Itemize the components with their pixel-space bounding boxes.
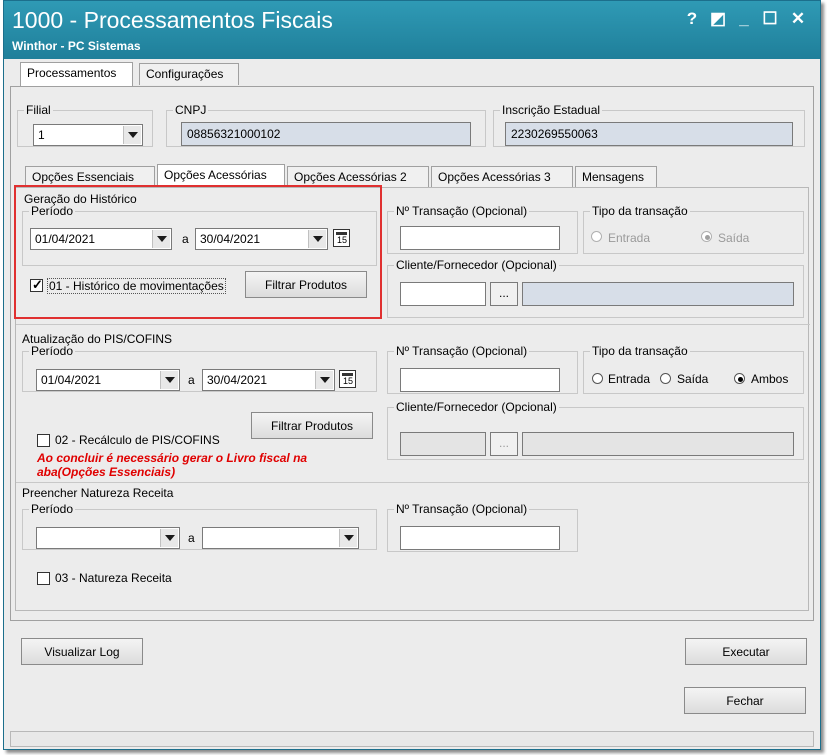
historico-filtrar-button[interactable]: Filtrar Produtos	[245, 271, 367, 298]
natureza-checkbox-label[interactable]: 03 - Natureza Receita	[55, 571, 172, 585]
pis-checkbox-label[interactable]: 02 - Recálculo de PIS/COFINS	[55, 433, 220, 447]
historico-cliente-label: Cliente/Fornecedor (Opcional)	[396, 258, 557, 272]
minimize-icon[interactable]: _	[732, 9, 756, 29]
pis-cliente-label: Cliente/Fornecedor (Opcional)	[396, 400, 557, 414]
historico-tipo-group: Tipo da transação	[583, 204, 804, 254]
chevron-down-icon[interactable]	[152, 230, 170, 248]
calendar-icon[interactable]	[333, 229, 350, 247]
filial-label: Filial	[26, 103, 51, 117]
pis-tipo-label: Tipo da transação	[592, 344, 688, 358]
tab-mensagens[interactable]: Mensagens	[575, 166, 657, 188]
pis-warning-line2: aba(Opções Essenciais)	[37, 465, 176, 479]
historico-date-from-value: 01/04/2021	[35, 232, 96, 246]
historico-transacao-input[interactable]	[400, 226, 560, 250]
pis-a-label: a	[188, 373, 195, 387]
historico-a-label: a	[182, 232, 189, 246]
chevron-down-icon[interactable]	[123, 126, 141, 144]
pis-entrada-label: Entrada	[608, 372, 651, 386]
historico-radio-saida[interactable]	[701, 231, 712, 242]
natureza-title: Preencher Natureza Receita	[22, 486, 174, 500]
historico-checkbox[interactable]	[30, 277, 43, 293]
executar-button[interactable]: Executar	[685, 638, 807, 665]
cnpj-label: CNPJ	[175, 103, 207, 117]
title-bar[interactable]: 1000 - Processamentos Fiscais Winthor - …	[4, 1, 820, 59]
historico-date-from[interactable]: 01/04/2021	[30, 228, 172, 250]
historico-periodo-label: Período	[31, 204, 74, 218]
historico-transacao-label: Nº Transação (Opcional)	[396, 204, 528, 218]
cnpj-field[interactable]: 08856321000102	[181, 122, 471, 146]
pis-cliente-code[interactable]	[400, 432, 486, 456]
historico-cliente-name[interactable]	[522, 282, 794, 306]
inscricao-label: Inscrição Estadual	[502, 103, 601, 117]
chevron-down-icon[interactable]	[339, 529, 357, 547]
pis-warning-line1: Ao concluir é necessário gerar o Livro f…	[37, 451, 308, 465]
historico-cliente-search-button[interactable]: ...	[490, 282, 518, 306]
pis-date-from-value: 01/04/2021	[41, 373, 102, 387]
chevron-down-icon[interactable]	[160, 529, 178, 547]
pis-radio-ambos[interactable]	[734, 373, 745, 384]
pis-radio-entrada[interactable]	[592, 373, 603, 384]
pis-date-to[interactable]: 30/04/2021	[202, 369, 335, 391]
chevron-down-icon[interactable]	[315, 371, 333, 389]
pis-saida-label: Saída	[677, 372, 709, 386]
pis-cliente-name[interactable]	[522, 432, 794, 456]
chevron-down-icon[interactable]	[308, 230, 326, 248]
window-title: 1000 - Processamentos Fiscais	[12, 7, 333, 33]
restore-icon[interactable]: ◩	[706, 9, 730, 29]
visualizar-log-button[interactable]: Visualizar Log	[21, 638, 143, 665]
divider	[16, 324, 810, 325]
pis-tipo-group: Tipo da transação	[583, 344, 804, 394]
tab-processamentos[interactable]: Processamentos	[20, 62, 133, 86]
pis-filtrar-button[interactable]: Filtrar Produtos	[251, 412, 373, 439]
historico-checkbox-label[interactable]: 01 - Histórico de movimentações	[47, 278, 226, 294]
pis-cliente-search-button[interactable]: ...	[490, 432, 518, 456]
filial-value: 1	[38, 128, 45, 142]
historico-tipo-label: Tipo da transação	[592, 204, 688, 218]
pis-date-from[interactable]: 01/04/2021	[36, 369, 180, 391]
close-icon[interactable]: ✕	[786, 9, 810, 29]
natureza-checkbox[interactable]	[37, 572, 50, 585]
historico-radio-entrada[interactable]	[591, 231, 602, 242]
natureza-periodo-label: Período	[31, 502, 74, 516]
divider	[16, 482, 810, 483]
app-window: 1000 - Processamentos Fiscais Winthor - …	[3, 0, 821, 750]
tab-opcoes-acessorias-3[interactable]: Opções Acessórias 3	[431, 166, 573, 188]
maximize-icon[interactable]: ☐	[758, 9, 782, 29]
help-icon[interactable]: ?	[680, 9, 704, 29]
natureza-a-label: a	[188, 531, 195, 545]
pis-periodo-label: Período	[31, 344, 74, 358]
pis-transacao-label: Nº Transação (Opcional)	[396, 344, 528, 358]
chevron-down-icon[interactable]	[160, 371, 178, 389]
pis-checkbox[interactable]	[37, 434, 50, 447]
inscricao-field[interactable]: 2230269550063	[505, 122, 793, 146]
natureza-date-from[interactable]	[36, 527, 180, 549]
filial-select[interactable]: 1	[33, 124, 143, 146]
tab-configuracoes[interactable]: Configurações	[139, 63, 239, 85]
window-subtitle: Winthor - PC Sistemas	[12, 39, 141, 53]
sub-tab-content: Geração do Histórico Período 01/04/2021 …	[14, 185, 810, 611]
historico-saida-label: Saída	[718, 231, 750, 245]
pis-transacao-input[interactable]	[400, 368, 560, 392]
natureza-transacao-input[interactable]	[400, 526, 560, 550]
status-bar	[10, 731, 814, 747]
main-panel: Filial 1 CNPJ 08856321000102 Inscrição E…	[10, 86, 814, 665]
natureza-transacao-label: Nº Transação (Opcional)	[396, 502, 528, 516]
pis-date-to-value: 30/04/2021	[207, 373, 268, 387]
historico-date-to[interactable]: 30/04/2021	[195, 228, 328, 250]
natureza-date-to[interactable]	[202, 527, 359, 549]
pis-ambos-label: Ambos	[751, 372, 789, 386]
calendar-icon[interactable]	[339, 370, 356, 388]
historico-date-to-value: 30/04/2021	[200, 232, 261, 246]
fechar-button[interactable]: Fechar	[684, 687, 806, 714]
top-tab-strip: Processamentos Configurações	[20, 62, 820, 87]
historico-cliente-code[interactable]	[400, 282, 486, 306]
historico-entrada-label: Entrada	[608, 231, 651, 245]
pis-radio-saida[interactable]	[660, 373, 671, 384]
